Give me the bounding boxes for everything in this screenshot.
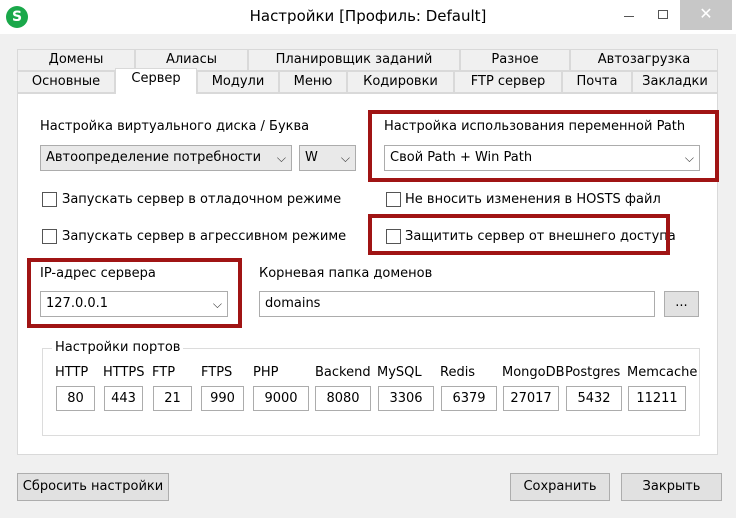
save-button[interactable]: Сохранить bbox=[510, 473, 610, 501]
close-window-button[interactable]: ✕ bbox=[680, 0, 732, 30]
virtual-disk-select[interactable]: Автоопределение потребности ⌵ bbox=[40, 145, 292, 171]
port-input-https[interactable]: 443 bbox=[104, 386, 143, 411]
port-input-ftps[interactable]: 990 bbox=[201, 386, 244, 411]
maximize-icon bbox=[658, 9, 668, 19]
drive-letter-select[interactable]: W ⌵ bbox=[299, 145, 356, 171]
port-label-http: HTTP bbox=[55, 365, 89, 380]
title-bar: S Настройки [Профиль: Default] ✕ bbox=[0, 0, 736, 34]
port-label-mongodb: MongoDB bbox=[502, 365, 565, 380]
port-label-redis: Redis bbox=[440, 365, 476, 380]
no-hosts-checkbox[interactable] bbox=[386, 192, 401, 207]
tab-modules[interactable]: Модули bbox=[197, 71, 279, 93]
port-input-redis[interactable]: 6379 bbox=[441, 386, 497, 411]
tab-mail[interactable]: Почта bbox=[562, 71, 632, 93]
port-input-memcache[interactable]: 11211 bbox=[628, 386, 686, 411]
port-input-postgres[interactable]: 5432 bbox=[566, 386, 622, 411]
maximize-button[interactable] bbox=[646, 0, 680, 30]
port-input-http[interactable]: 80 bbox=[56, 386, 95, 411]
port-input-mongodb[interactable]: 27017 bbox=[503, 386, 559, 411]
tab-ftp-server[interactable]: FTP сервер bbox=[454, 71, 562, 93]
debug-mode-checkbox[interactable] bbox=[42, 192, 57, 207]
port-input-ftp[interactable]: 21 bbox=[153, 386, 192, 411]
drive-letter-value: W bbox=[305, 150, 318, 165]
browse-button[interactable]: ... bbox=[664, 291, 699, 317]
aggressive-mode-checkbox[interactable] bbox=[42, 229, 57, 244]
tab-general[interactable]: Основные bbox=[17, 71, 115, 93]
aggressive-mode-label: Запускать сервер в агрессивном режиме bbox=[62, 229, 347, 244]
tab-server[interactable]: Сервер bbox=[115, 68, 197, 94]
no-hosts-label: Не вносить изменения в HOSTS файл bbox=[405, 192, 661, 207]
tab-menu[interactable]: Меню bbox=[279, 71, 347, 93]
port-label-https: HTTPS bbox=[103, 365, 145, 380]
port-label-backend: Backend bbox=[315, 365, 371, 380]
tab-encodings[interactable]: Кодировки bbox=[347, 71, 454, 93]
minimize-button[interactable] bbox=[612, 0, 646, 30]
reset-settings-button[interactable]: Сбросить настройки bbox=[17, 473, 169, 501]
root-folder-input[interactable]: domains bbox=[259, 291, 655, 317]
tab-autostart[interactable]: Автозагрузка bbox=[570, 49, 718, 71]
highlight-protect bbox=[368, 214, 670, 255]
minimize-icon bbox=[624, 15, 634, 17]
port-label-mysql: MySQL bbox=[377, 365, 422, 380]
port-label-php: PHP bbox=[253, 365, 279, 380]
ports-group-title: Настройки портов bbox=[52, 340, 184, 355]
chevron-down-icon: ⌵ bbox=[340, 151, 350, 165]
port-label-ftp: FTP bbox=[152, 365, 176, 380]
port-label-ftps: FTPS bbox=[201, 365, 233, 380]
close-button[interactable]: Закрыть bbox=[621, 473, 722, 501]
close-icon: ✕ bbox=[699, 4, 713, 23]
debug-mode-label: Запускать сервер в отладочном режиме bbox=[62, 192, 342, 207]
highlight-ip bbox=[27, 258, 242, 328]
virtual-disk-value: Автоопределение потребности bbox=[46, 150, 262, 165]
tab-scheduler[interactable]: Планировщик заданий bbox=[248, 49, 460, 71]
port-input-mysql[interactable]: 3306 bbox=[378, 386, 434, 411]
port-input-backend[interactable]: 8080 bbox=[315, 386, 371, 411]
port-label-postgres: Postgres bbox=[565, 365, 621, 380]
virtual-disk-label: Настройка виртуального диска / Буква bbox=[40, 119, 310, 134]
highlight-path bbox=[368, 110, 719, 182]
chevron-down-icon: ⌵ bbox=[276, 151, 286, 165]
port-label-memcache: Memcache bbox=[627, 365, 698, 380]
tab-bookmarks[interactable]: Закладки bbox=[632, 71, 718, 93]
port-input-php[interactable]: 9000 bbox=[253, 386, 309, 411]
tab-misc[interactable]: Разное bbox=[460, 49, 570, 71]
root-folder-label: Корневая папка доменов bbox=[259, 266, 433, 281]
